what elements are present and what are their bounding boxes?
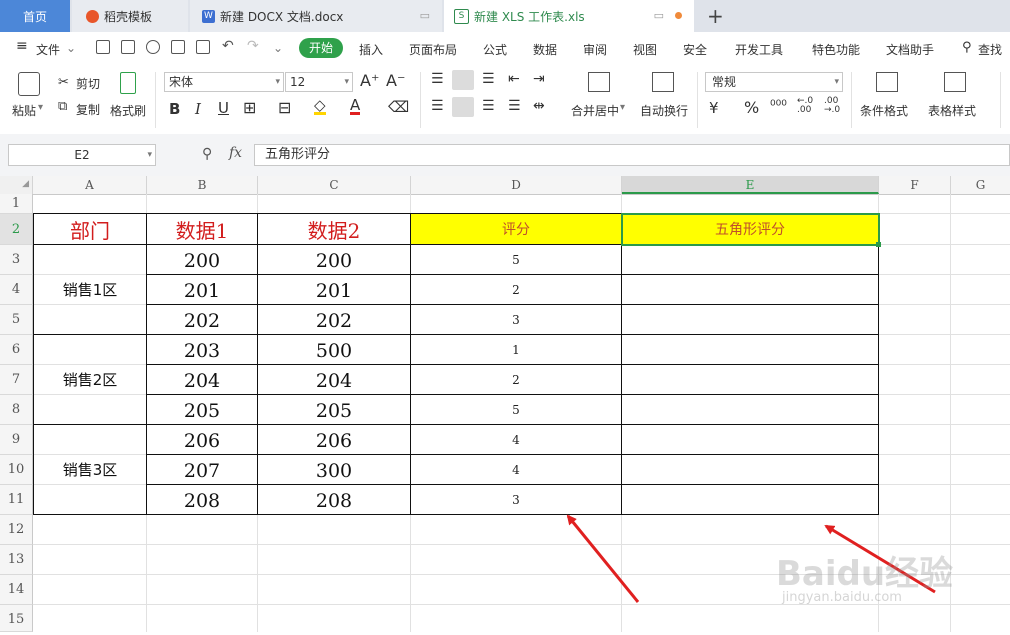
red-arrow-left <box>566 514 640 603</box>
baidu-watermark: Baidu经验 <box>776 554 954 594</box>
annotation-arrows <box>566 514 936 603</box>
baidu-watermark-url: jingyan.baidu.com <box>782 590 902 605</box>
